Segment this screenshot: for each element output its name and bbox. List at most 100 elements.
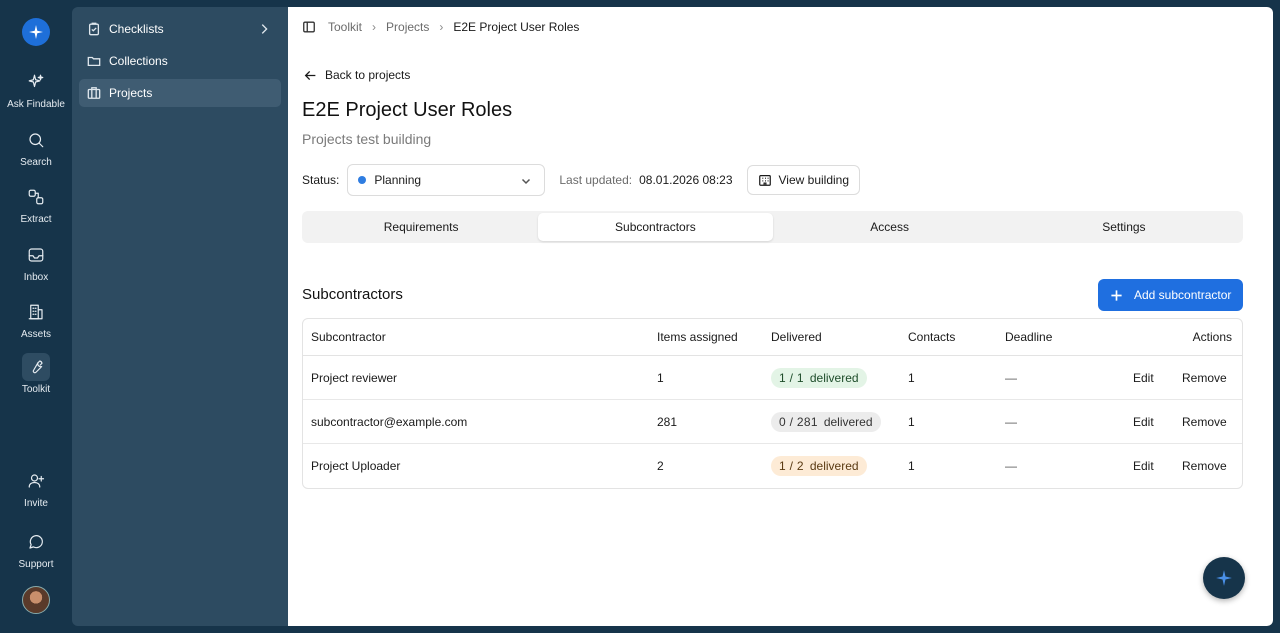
- arrow-left-icon: [304, 70, 316, 80]
- chevron-right-icon[interactable]: [257, 22, 271, 36]
- table-row: Project reviewer 1 1 / 1 delivered 1 — Ed…: [303, 356, 1242, 400]
- add-subcontractor-button[interactable]: Add subcontractor: [1098, 279, 1243, 311]
- chat-icon: [22, 528, 50, 556]
- deadline-value: —: [1005, 414, 1017, 429]
- view-building-label: View building: [778, 173, 850, 187]
- building-icon: [758, 175, 771, 186]
- delivered-word: delivered: [809, 370, 859, 385]
- rail-item-search[interactable]: Search: [0, 126, 72, 168]
- items-assigned: 1: [657, 370, 664, 385]
- main-panel: Toolkit › Projects › E2E Project User Ro…: [288, 7, 1273, 626]
- header-subcontractor: Subcontractor: [311, 330, 386, 344]
- breadcrumb-projects[interactable]: Projects: [386, 20, 429, 34]
- edit-button[interactable]: Edit: [1133, 459, 1154, 473]
- sidebar: Checklists Collections Projects: [72, 7, 288, 626]
- tab-requirements[interactable]: Requirements: [304, 213, 538, 241]
- findable-logo-icon[interactable]: [22, 18, 50, 46]
- header-contacts: Contacts: [908, 330, 956, 344]
- sidebar-item-label: Projects: [109, 86, 153, 100]
- plus-icon: [1111, 289, 1122, 301]
- folder-icon: [87, 56, 101, 67]
- sidebar-item-checklists[interactable]: Checklists: [79, 15, 281, 43]
- deadline-value: —: [1005, 370, 1017, 385]
- items-assigned: 2: [657, 459, 664, 473]
- subcontractor-name: Project reviewer: [311, 370, 398, 385]
- table-header: Subcontractor Items assigned Delivered C…: [303, 319, 1242, 356]
- sparkle-icon: [1216, 570, 1232, 586]
- sidebar-item-label: Collections: [109, 54, 168, 68]
- header-deadline: Deadline: [1005, 330, 1053, 344]
- sidebar-toggle-icon[interactable]: [302, 20, 316, 34]
- section-title: Subcontractors: [302, 286, 403, 303]
- rail-item-label: Extract: [20, 214, 52, 225]
- header-actions: Actions: [1192, 330, 1232, 344]
- delivered-badge: 1 / 1 delivered: [771, 367, 867, 388]
- items-assigned: 281: [657, 414, 678, 429]
- back-label: Back to projects: [325, 68, 411, 82]
- rail-item-toolkit[interactable]: Toolkit: [0, 353, 72, 395]
- tab-settings[interactable]: Settings: [1007, 213, 1241, 241]
- remove-button[interactable]: Remove: [1182, 459, 1227, 473]
- chevron-right-icon: ›: [372, 20, 377, 34]
- header-items-assigned: Items assigned: [657, 330, 738, 344]
- avatar[interactable]: [22, 586, 50, 614]
- extract-icon: [22, 183, 50, 211]
- contacts-count: 1: [908, 414, 915, 429]
- header-delivered: Delivered: [771, 330, 822, 344]
- deadline-value: —: [1005, 459, 1017, 473]
- page-title: E2E Project User Roles: [302, 99, 513, 121]
- checklist-icon: [88, 22, 100, 36]
- breadcrumb: Toolkit › Projects › E2E Project User Ro…: [302, 20, 579, 34]
- rail-item-label: Toolkit: [21, 384, 51, 395]
- delivered-word: delivered: [823, 414, 873, 429]
- edit-button[interactable]: Edit: [1133, 415, 1154, 429]
- tab-access[interactable]: Access: [773, 213, 1007, 241]
- status-label: Status:: [302, 173, 340, 187]
- building-icon: [22, 298, 50, 326]
- user-plus-icon: [22, 467, 50, 495]
- rail-item-label: Assets: [20, 329, 51, 340]
- rail-item-label: Inbox: [23, 272, 49, 283]
- status-value: Planning: [374, 173, 422, 187]
- rail-item-ask-findable[interactable]: Ask Findable: [0, 68, 72, 110]
- breadcrumb-toolkit[interactable]: Toolkit: [328, 20, 362, 34]
- subcontractors-table: Subcontractor Items assigned Delivered C…: [302, 318, 1243, 489]
- projects-icon: [87, 87, 101, 99]
- status-dot-icon: [358, 176, 367, 184]
- sidebar-item-projects[interactable]: Projects: [79, 79, 281, 107]
- remove-button[interactable]: Remove: [1182, 371, 1227, 385]
- delivered-word: delivered: [809, 459, 859, 473]
- last-updated-value: 08.01.2026 08:23: [639, 173, 733, 187]
- contacts-count: 1: [908, 459, 915, 473]
- rail-item-label: Invite: [24, 498, 48, 509]
- table-row: subcontractor@example.com 281 0 / 281 del…: [303, 400, 1242, 444]
- rail-item-support[interactable]: Support: [0, 528, 72, 570]
- ai-assistant-button[interactable]: [1203, 557, 1245, 599]
- tab-subcontractors[interactable]: Subcontractors: [538, 213, 773, 241]
- subcontractor-name: subcontractor@example.com: [311, 414, 468, 429]
- last-updated-label: Last updated:: [559, 173, 633, 187]
- status-select[interactable]: Planning: [347, 164, 546, 196]
- chevron-down-icon: [522, 178, 531, 185]
- icon-rail: Ask Findable Search Extract Inbox Assets…: [0, 0, 72, 633]
- rail-item-label: Support: [18, 559, 54, 570]
- rail-item-extract[interactable]: Extract: [0, 183, 72, 225]
- rail-item-assets[interactable]: Assets: [0, 298, 72, 340]
- delivered-badge: 1 / 2 delivered: [771, 456, 867, 476]
- back-to-projects-link[interactable]: Back to projects: [304, 68, 410, 82]
- add-subcontractor-label: Add subcontractor: [1134, 288, 1232, 302]
- view-building-button[interactable]: View building: [746, 165, 861, 195]
- delivered-fraction: 1 / 2: [779, 459, 804, 473]
- rail-item-label: Ask Findable: [7, 99, 65, 110]
- status-row: Status: Planning Last updated: 08.01.202…: [302, 164, 861, 196]
- rail-item-inbox[interactable]: Inbox: [0, 241, 72, 283]
- wrench-icon: [22, 353, 50, 381]
- edit-button[interactable]: Edit: [1133, 371, 1154, 385]
- delivered-fraction: 0 / 281: [779, 414, 818, 429]
- subcontractor-name: Project Uploader: [311, 459, 401, 473]
- breadcrumb-current: E2E Project User Roles: [453, 20, 580, 34]
- delivered-fraction: 1 / 1: [779, 370, 804, 385]
- remove-button[interactable]: Remove: [1182, 415, 1227, 429]
- sidebar-item-collections[interactable]: Collections: [79, 47, 281, 75]
- rail-item-invite[interactable]: Invite: [0, 467, 72, 509]
